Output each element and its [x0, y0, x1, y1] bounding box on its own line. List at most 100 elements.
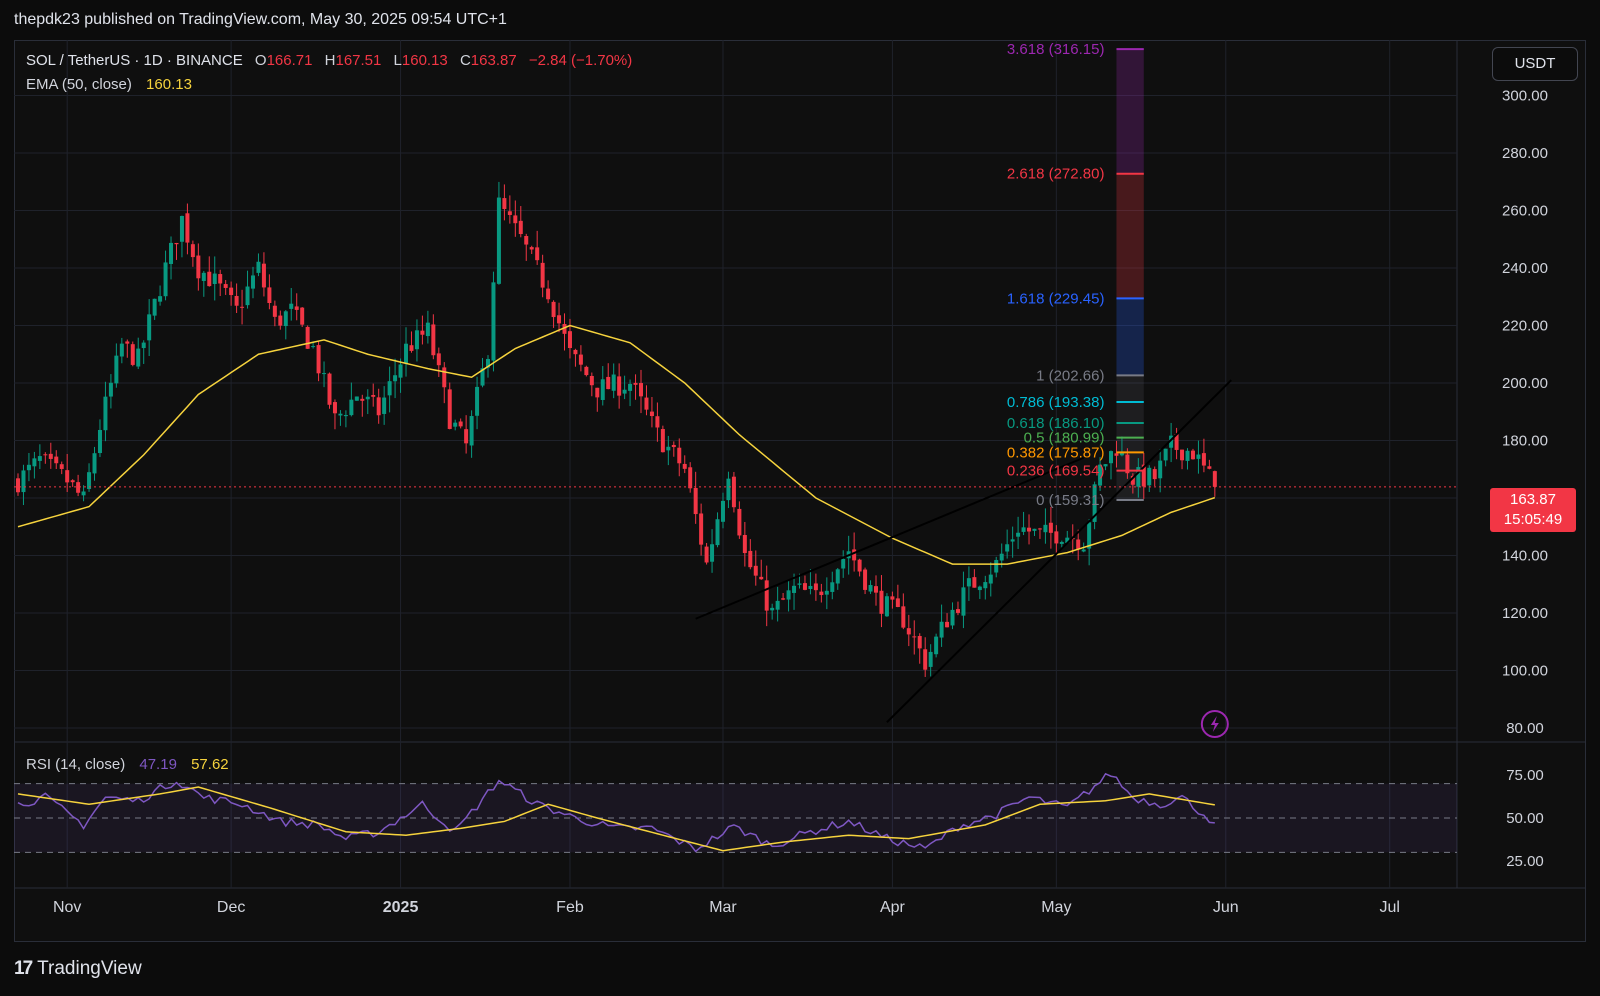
time-tick-label: Jun — [1213, 899, 1239, 916]
candle-body — [884, 596, 889, 617]
candle-body — [81, 491, 86, 496]
time-tick-label: Nov — [53, 899, 81, 916]
candle-body — [704, 546, 709, 563]
candle-body — [196, 255, 201, 279]
candle-body — [977, 586, 982, 591]
time-tick-label: Feb — [556, 899, 584, 916]
candle-body — [1158, 460, 1163, 479]
candle-body — [409, 345, 414, 351]
candle-body — [48, 453, 53, 459]
candle-body — [786, 590, 791, 600]
candle-body — [841, 558, 846, 569]
candle-body — [589, 375, 594, 386]
candle-body — [649, 411, 654, 417]
symbol-legend: SOL / TetherUS · 1D · BINANCE O166.71 H1… — [26, 52, 632, 69]
candle-body — [332, 402, 337, 414]
candle-body — [300, 307, 305, 325]
candle-body — [54, 456, 59, 464]
candle-body — [338, 413, 343, 416]
open-label: O — [254, 52, 267, 69]
candle-body — [890, 596, 895, 600]
candle-body — [256, 261, 261, 273]
candle-body — [781, 598, 786, 600]
candle-body — [737, 508, 742, 536]
candle-body — [742, 535, 747, 554]
candle-body — [311, 346, 316, 348]
candle-body — [912, 636, 917, 638]
candle-body — [1027, 527, 1032, 532]
candle-body — [141, 342, 146, 349]
candle-body — [551, 301, 556, 318]
candle-body — [917, 636, 922, 649]
candle-body — [37, 456, 42, 461]
candle-body — [59, 464, 64, 469]
candle-body — [792, 585, 797, 593]
candle-body — [234, 295, 239, 306]
candle-body — [398, 364, 403, 378]
candle-body — [502, 198, 507, 209]
candle-body — [1010, 539, 1015, 542]
candle-body — [1076, 539, 1081, 550]
rsi-ma-value: 57.62 — [191, 756, 229, 773]
candle-body — [699, 513, 704, 545]
chart-canvas[interactable]: 300.00 280.00 260.00 240.00 220.00 200.00 180.… — [0, 0, 1600, 996]
candle-body — [720, 500, 725, 522]
candle-body — [365, 396, 370, 400]
candle-body — [130, 344, 135, 365]
price-tick-label: 240.00 — [1502, 260, 1548, 277]
fib-zone — [1116, 298, 1144, 376]
close-label: C — [459, 52, 471, 69]
candle-body — [163, 262, 168, 297]
candle-body — [1152, 469, 1157, 480]
currency-button[interactable]: USDT — [1492, 47, 1578, 81]
candle-body — [824, 590, 829, 595]
candle-body — [852, 549, 857, 561]
time-tick-label: Apr — [880, 899, 906, 916]
symbol-name[interactable]: SOL / TetherUS · 1D · BINANCE — [26, 52, 243, 69]
candle-body — [119, 343, 124, 357]
tradingview-logo[interactable]: 17 TradingView — [14, 958, 142, 980]
candle-body — [1048, 522, 1053, 533]
candle-body — [535, 247, 540, 261]
candle-body — [1212, 471, 1217, 487]
ema-legend[interactable]: EMA (50, close) 160.13 — [26, 76, 192, 93]
candle-body — [950, 609, 955, 626]
fib-level-label: 3.618 (316.15) — [1007, 41, 1105, 58]
candle-body — [152, 298, 157, 316]
candle-body — [770, 607, 775, 611]
candle-body — [201, 272, 206, 281]
candle-body — [272, 305, 277, 317]
open-value: 166.71 — [266, 52, 313, 69]
candle-body — [245, 286, 250, 306]
candle-body — [26, 464, 31, 471]
candle-body — [868, 585, 873, 592]
candle-body — [316, 345, 321, 374]
candle-body — [425, 322, 430, 337]
candle-body — [190, 244, 195, 258]
grid — [14, 40, 1457, 888]
candle-body — [961, 587, 966, 616]
fib-level-label: 0.786 (193.38) — [1007, 394, 1105, 411]
change-value: −2.84 (−1.70%) — [528, 52, 633, 69]
candle-body — [453, 422, 458, 427]
rsi-legend[interactable]: RSI (14, close) 47.19 57.62 — [26, 756, 229, 773]
candle-body — [748, 550, 753, 568]
candle-body — [1180, 449, 1185, 461]
candle-body — [223, 284, 228, 288]
candle-body — [600, 379, 605, 400]
candle-body — [70, 480, 75, 483]
candle-body — [928, 651, 933, 667]
candle-body — [491, 282, 496, 361]
candle-body — [32, 458, 37, 467]
candle-body — [863, 569, 868, 590]
lightning-icon-bolt — [1210, 716, 1219, 732]
candle-body — [682, 463, 687, 469]
price-tick-label: 80.00 — [1506, 720, 1544, 737]
candle-body — [343, 415, 348, 417]
candle-body — [639, 383, 644, 397]
candle-body — [16, 478, 20, 493]
candle-body — [972, 577, 977, 588]
candle-body — [283, 311, 288, 327]
price-tick-label: 260.00 — [1502, 203, 1548, 220]
candle-body — [830, 582, 835, 592]
